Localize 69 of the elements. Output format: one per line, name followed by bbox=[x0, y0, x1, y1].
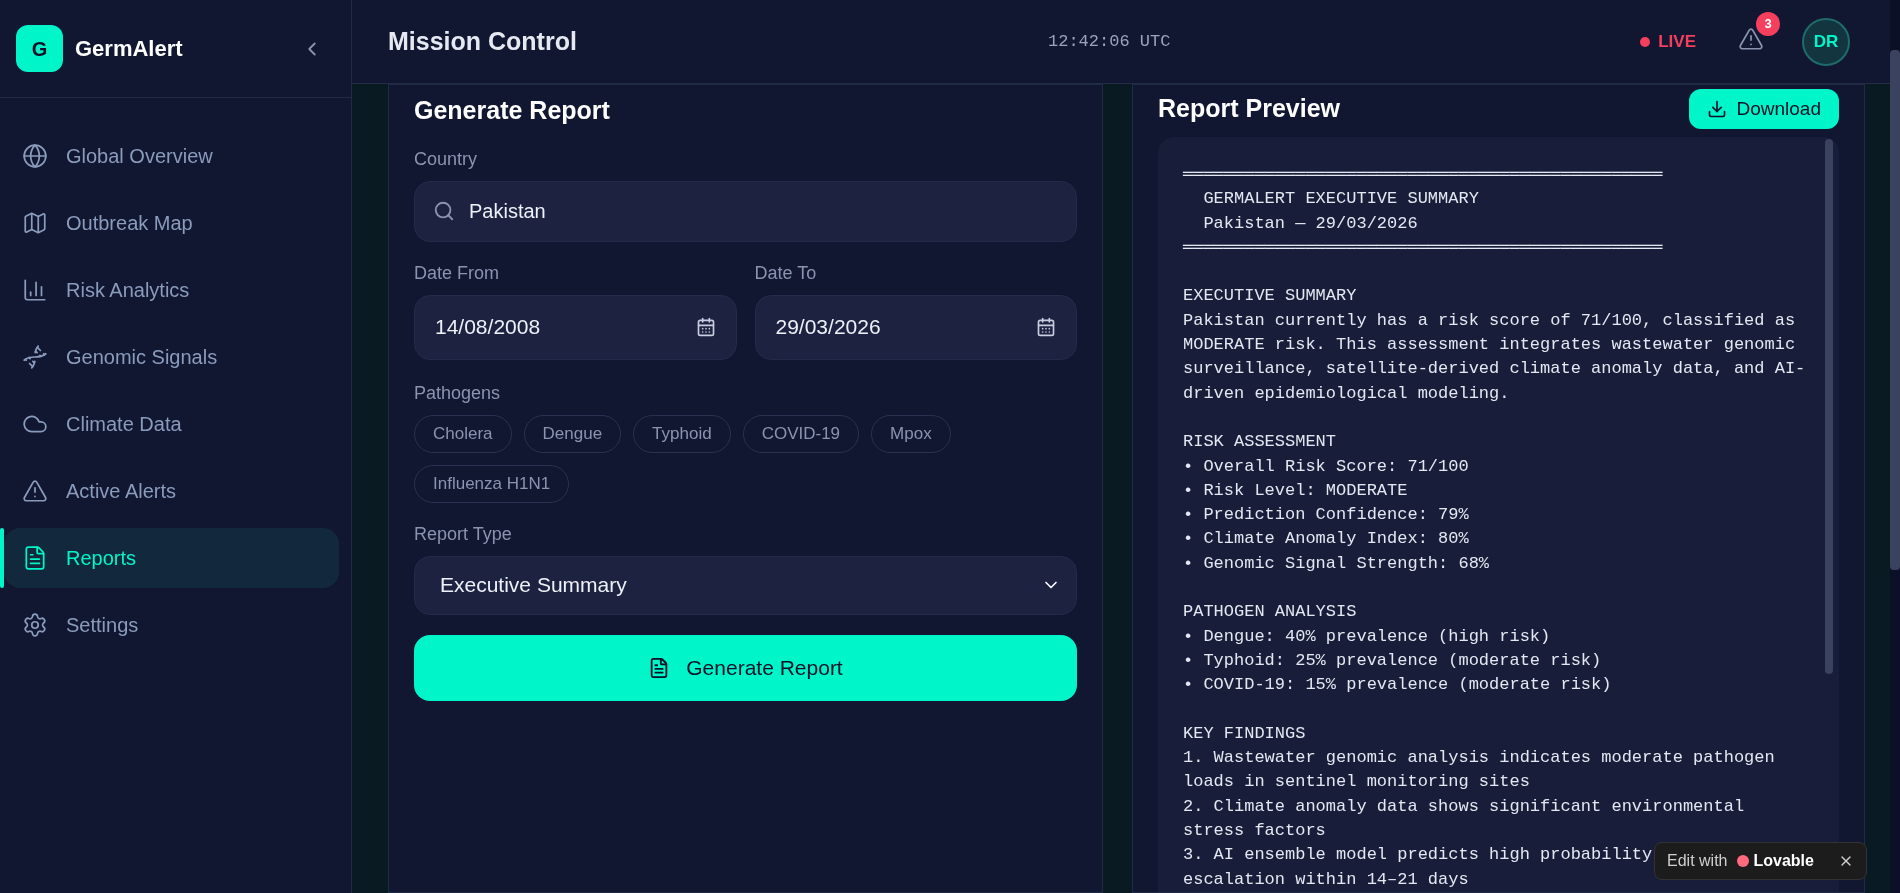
nav-item[interactable]: Global Overview bbox=[4, 126, 339, 186]
report-line: 2. Climate anomaly data shows significant environmental bbox=[1183, 795, 1745, 818]
field-label: Report Type bbox=[414, 522, 513, 546]
nav-item[interactable]: Active Alerts bbox=[4, 461, 339, 521]
field-label: Date To bbox=[754, 261, 818, 285]
report-type-select[interactable]: Executive Summary bbox=[414, 555, 1077, 615]
nav-item[interactable]: Settings bbox=[4, 595, 339, 655]
report-heading: KEY FINDINGS bbox=[1183, 722, 1306, 745]
calendar-icon bbox=[1036, 317, 1056, 337]
field-label: Country bbox=[414, 147, 479, 171]
nav-item[interactable]: Reports bbox=[4, 528, 339, 588]
user-avatar[interactable]: DR bbox=[1802, 17, 1850, 66]
bar-chart-icon bbox=[22, 277, 48, 303]
report-line: Pakistan currently has a risk score of 71/100, classified as bbox=[1183, 309, 1796, 332]
warning-icon bbox=[22, 478, 48, 504]
report-heading: PATHOGEN ANALYSIS bbox=[1183, 601, 1357, 624]
clock: 12:42:06 UTC bbox=[1048, 30, 1171, 53]
report-line: driven epidemiological modeling. bbox=[1183, 382, 1510, 405]
logo: G bbox=[16, 25, 63, 72]
field-label: Date From bbox=[414, 261, 501, 285]
report-line: • COVID-19: 15% prevalence (moderate risk) bbox=[1183, 674, 1612, 697]
nav-item[interactable]: Climate Data bbox=[4, 394, 339, 454]
warning-icon bbox=[1738, 26, 1764, 52]
report-line: stress factors bbox=[1183, 820, 1326, 842]
search-icon bbox=[433, 200, 455, 222]
document-icon bbox=[22, 545, 48, 571]
app-name: GermAlert bbox=[75, 35, 183, 63]
report-line: • Typhoid: 25% prevalence (moderate risk) bbox=[1183, 649, 1602, 672]
report-rule: ═══════════════════════════════════════════════ bbox=[1183, 164, 1663, 186]
nav-item[interactable]: Outbreak Map bbox=[4, 193, 339, 253]
report-line: surveillance, satellite-derived climate anomaly data, and AI- bbox=[1183, 358, 1806, 381]
nav-item[interactable]: Risk Analytics bbox=[4, 260, 339, 320]
generate-report-button[interactable]: Generate Report bbox=[414, 634, 1077, 701]
report-banner-line: Pakistan — 29/03/2026 bbox=[1202, 212, 1418, 235]
report-line: • Prediction Confidence: 79% bbox=[1183, 504, 1469, 527]
report-line: • Climate Anomaly Index: 80% bbox=[1183, 528, 1469, 551]
report-rule: ═══════════════════════════════════════════════ bbox=[1183, 236, 1663, 259]
nav-item[interactable]: Genomic Signals bbox=[4, 327, 339, 387]
edit-badge[interactable]: Edit with Lovable bbox=[1654, 842, 1867, 880]
map-icon bbox=[22, 210, 48, 236]
card-title: Generate Report bbox=[414, 95, 611, 126]
field-label: Pathogens bbox=[414, 381, 502, 405]
card-title: Report Preview bbox=[1158, 93, 1340, 125]
report-line: loads in sentinel monitoring sites bbox=[1183, 771, 1530, 794]
notification-count: 3 bbox=[1756, 12, 1780, 36]
report-line: • Risk Level: MODERATE bbox=[1183, 479, 1408, 502]
report-heading: RISK ASSESSMENT bbox=[1183, 431, 1337, 454]
report-line: escalation within 14–21 days bbox=[1183, 868, 1469, 891]
date-field[interactable]: 14/08/2008 bbox=[414, 294, 737, 360]
page-title: Mission Control bbox=[388, 25, 578, 57]
calendar-icon bbox=[695, 317, 716, 337]
date-field[interactable]: 29/03/2026 bbox=[754, 294, 1077, 360]
download-button[interactable]: Download bbox=[1688, 89, 1839, 129]
report-line: • Overall Risk Score: 71/100 bbox=[1183, 455, 1469, 478]
dna-icon bbox=[22, 344, 48, 370]
country-search-field[interactable]: Pakistan bbox=[414, 180, 1077, 242]
report-line: 1. Wastewater genomic analysis indicates moderate pathogen bbox=[1183, 747, 1775, 770]
badge-text: Edit with bbox=[1667, 851, 1728, 871]
report-heading: EXECUTIVE SUMMARY bbox=[1183, 285, 1357, 308]
report-line: • Dengue: 40% prevalence (high risk) bbox=[1183, 625, 1551, 648]
settings-icon bbox=[22, 612, 48, 638]
report-line: 3. AI ensemble model predicts high probability bbox=[1183, 844, 1653, 867]
report-banner-line: GERMALERT EXECUTIVE SUMMARY bbox=[1202, 188, 1479, 211]
download-icon bbox=[1706, 99, 1727, 119]
report-line: • Genomic Signal Strength: 68% bbox=[1183, 552, 1490, 575]
globe-icon bbox=[22, 143, 48, 169]
brand-name: Lovable bbox=[1753, 851, 1814, 871]
report-line: MODERATE risk. This assessment integrates wastewater genomic bbox=[1183, 334, 1796, 357]
live-indicator: LIVE bbox=[1658, 30, 1696, 53]
